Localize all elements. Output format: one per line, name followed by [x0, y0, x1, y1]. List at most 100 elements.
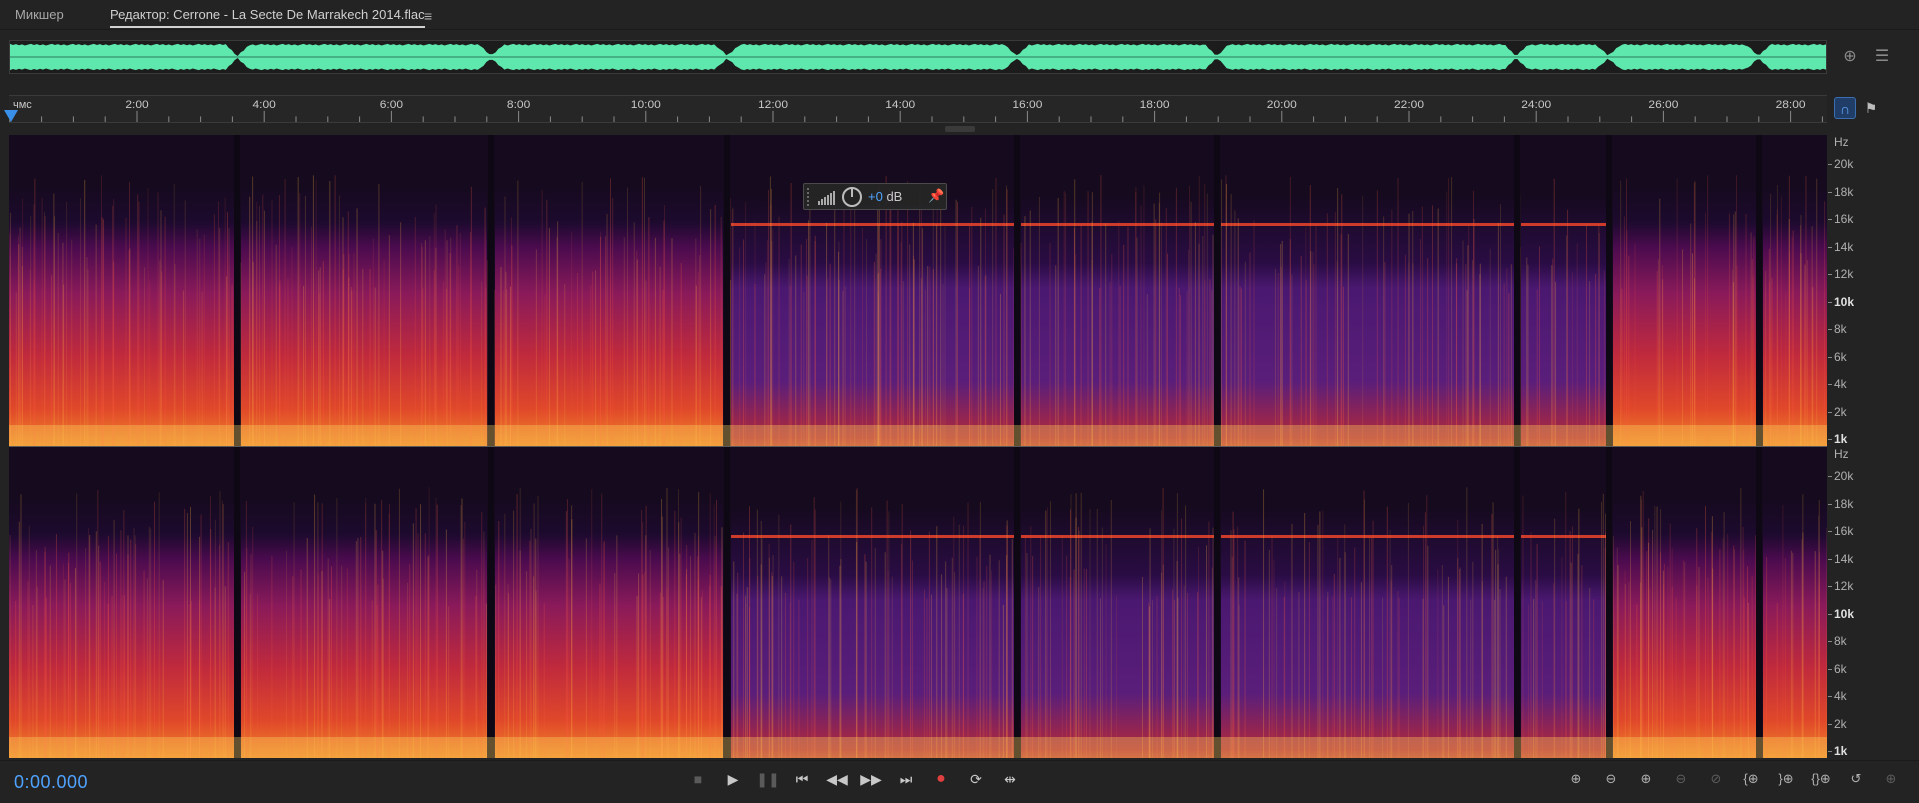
frequency-label: 1k [1834, 432, 1848, 446]
ruler-label: 8:00 [507, 99, 530, 111]
frequency-label: 6k [1834, 661, 1847, 676]
frequency-label: 10k [1834, 606, 1855, 621]
ruler-label: 20:00 [1267, 99, 1297, 111]
frequency-label: 10k [1834, 294, 1855, 309]
frequency-label: 8k [1834, 322, 1847, 336]
ruler-label: 10:00 [631, 99, 661, 111]
frequency-label: 14k [1834, 551, 1854, 566]
frequency-tick [1828, 641, 1832, 642]
amplitude-hud[interactable]: +0 dB 📌 [803, 183, 947, 210]
loop-playback-button[interactable]: ⟳ [961, 766, 991, 792]
rewind-button[interactable]: ◀◀ [822, 766, 852, 792]
overview-waveform[interactable] [9, 40, 1827, 74]
zoom-to-selection-icon[interactable]: ⊕ [1838, 45, 1862, 69]
frequency-label: 4k [1834, 377, 1847, 391]
spectrogram-channel-right[interactable] [9, 447, 1827, 758]
zoom-selection-icon[interactable]: {⊕ [1736, 766, 1766, 792]
drag-handle[interactable] [807, 188, 811, 206]
frequency-tick [1828, 274, 1832, 275]
volume-readout[interactable]: +0 dB [868, 189, 902, 204]
frequency-tick [1828, 439, 1832, 440]
go-to-start-button[interactable]: ⏮ [787, 766, 817, 792]
frequency-label: 16k [1834, 524, 1854, 538]
ruler-label: 2:00 [125, 99, 148, 111]
zoom-frequency-icon[interactable]: ⊕ [1876, 766, 1906, 792]
frequency-label: 16k [1834, 212, 1854, 226]
stop-button[interactable]: ■ [683, 766, 713, 792]
frequency-label: 12k [1834, 579, 1854, 593]
zoom-in-time-icon[interactable]: ⊕ [1631, 766, 1661, 792]
frequency-unit-label: Hz [1834, 135, 1849, 149]
zoom-reset-icon[interactable]: ↺ [1841, 766, 1871, 792]
frequency-tick [1828, 558, 1832, 560]
frequency-axis-right: Hz 20k 18k 16k 14k 12k 10k 8k 6k 4k 2k 1k [1828, 447, 1898, 758]
frequency-tick [1828, 751, 1832, 752]
play-button[interactable]: ▶ [718, 766, 748, 792]
frequency-tick [1828, 301, 1832, 303]
ruler-label: 12:00 [758, 99, 788, 111]
frequency-label: 18k [1834, 496, 1854, 511]
fast-forward-button[interactable]: ▶▶ [856, 766, 886, 792]
frequency-tick [1828, 356, 1832, 358]
frequency-tick [1828, 476, 1832, 477]
frequency-label: 4k [1834, 689, 1847, 703]
frequency-tick [1828, 531, 1832, 532]
ruler-label: 28:00 [1776, 99, 1806, 111]
volume-knob[interactable] [842, 187, 862, 207]
spectrogram-channel-left[interactable] [9, 135, 1827, 446]
tab-mixer[interactable]: Микшер [15, 7, 64, 22]
frequency-label: 2k [1834, 716, 1847, 731]
frequency-tick [1828, 164, 1832, 165]
scroll-grip[interactable] [945, 126, 975, 132]
volume-unit: dB [886, 189, 903, 204]
hamburger-icon[interactable]: ≡ [424, 8, 432, 24]
ruler-label: 14:00 [885, 99, 915, 111]
frequency-unit-label: Hz [1834, 447, 1849, 461]
zoom-out-full-icon[interactable]: ⊘ [1701, 766, 1731, 792]
frequency-label: 20k [1834, 157, 1854, 171]
time-ruler[interactable]: 2:00 4:00 6:00 8:00 10:00 12:00 14:00 16:00 18:0… [9, 95, 1827, 123]
zoom-out-time-icon[interactable]: ⊖ [1666, 766, 1696, 792]
frequency-tick [1828, 586, 1832, 587]
go-to-end-button[interactable]: ⏭ [891, 766, 921, 792]
frequency-label: 18k [1834, 184, 1854, 199]
current-time[interactable]: 0:00.000 [14, 772, 88, 793]
snap-magnet-icon[interactable]: ∩ [1834, 97, 1856, 119]
panel-menu-icon[interactable]: ☰ [1870, 45, 1894, 69]
frequency-label: 2k [1834, 404, 1847, 419]
playhead-marker[interactable] [4, 110, 18, 122]
frequency-label: 14k [1834, 239, 1854, 254]
frequency-tick [1828, 411, 1832, 413]
zoom-in-right-edge-icon[interactable]: {}⊕ [1806, 766, 1836, 792]
tab-editor[interactable]: Редактор: Cerrone - La Secte De Marrakec… [110, 7, 425, 28]
pin-icon[interactable]: 📌 [928, 188, 944, 204]
volume-value[interactable]: +0 [868, 189, 883, 204]
frequency-tick [1828, 613, 1832, 615]
frequency-label: 1k [1834, 744, 1848, 758]
pause-button[interactable]: ❚❚ [753, 766, 783, 792]
frequency-tick [1828, 219, 1832, 220]
marker-pin-icon[interactable]: ⚑ [1860, 97, 1882, 119]
skip-selection-button[interactable]: ⇹ [995, 766, 1025, 792]
record-button[interactable]: ● [926, 766, 956, 792]
zoom-in-left-edge-icon[interactable]: }⊕ [1771, 766, 1801, 792]
frequency-tick [1828, 696, 1832, 697]
frequency-axis-left: Hz 20k 18k 16k 14k 12k 10k 8k 6k 4k 2k 1k [1828, 135, 1898, 446]
ruler-label: 22:00 [1394, 99, 1424, 111]
zoom-out-amplitude-icon[interactable]: ⊖ [1596, 766, 1626, 792]
ruler-label: 18:00 [1140, 99, 1170, 111]
frequency-tick [1828, 384, 1832, 385]
ruler-label: 6:00 [380, 99, 403, 111]
frequency-label: 12k [1834, 267, 1854, 281]
frequency-tick [1828, 246, 1832, 248]
ruler-label: 16:00 [1012, 99, 1042, 111]
frequency-tick [1828, 723, 1832, 725]
ruler-label: 24:00 [1521, 99, 1551, 111]
frequency-label: 8k [1834, 634, 1847, 648]
frequency-label: 6k [1834, 349, 1847, 364]
zoom-in-amplitude-icon[interactable]: ⊕ [1561, 766, 1591, 792]
frequency-tick [1828, 329, 1832, 330]
ruler-label: 4:00 [253, 99, 276, 111]
frequency-tick [1828, 668, 1832, 670]
frequency-tick [1828, 191, 1832, 193]
